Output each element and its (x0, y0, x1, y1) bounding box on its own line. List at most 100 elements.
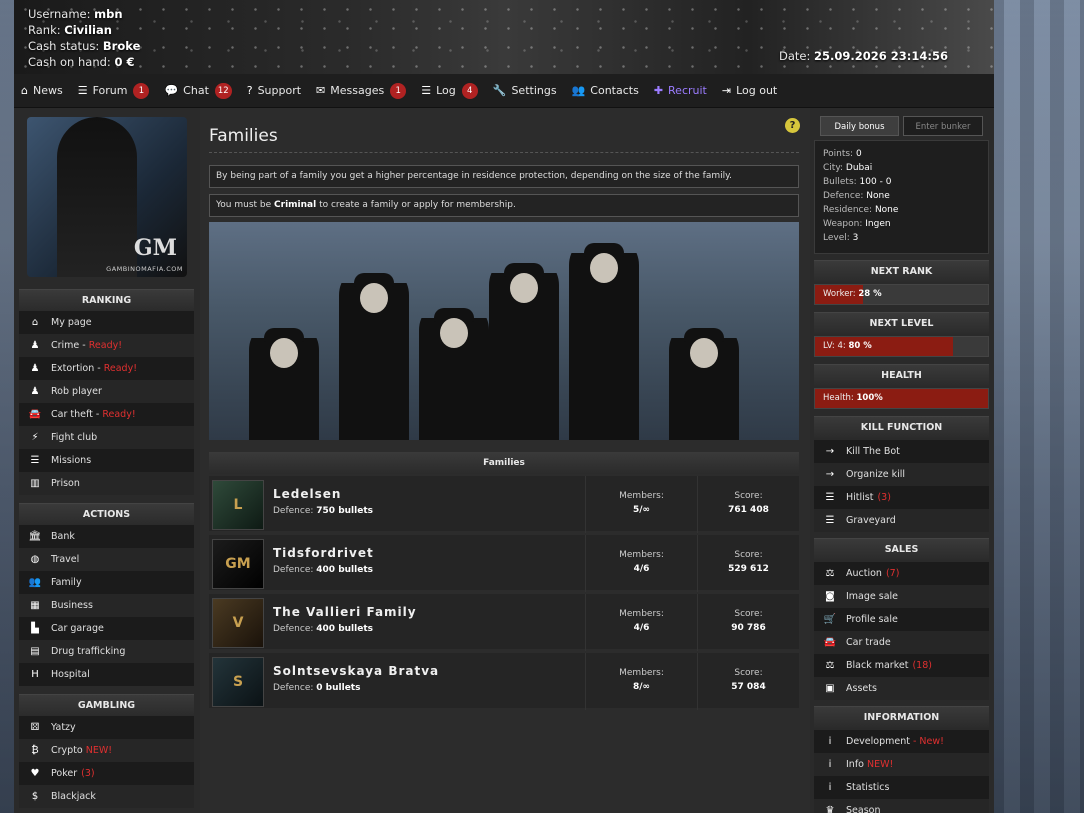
defence-label: Defence: (273, 506, 314, 516)
sales-menu: ⚖ Auction (7) ◙ Image sale 🛒 Profile sale 🚘 Car … (814, 562, 989, 700)
daily-bonus-button[interactable]: Daily bonus (820, 116, 899, 136)
gambling-item-crypto[interactable]: ₿ Crypto NEW! (19, 739, 194, 762)
actions-item-family[interactable]: 👥 Family (19, 571, 194, 594)
mobster-silhouette (419, 300, 489, 440)
members-value: 4/6 (633, 623, 650, 633)
sales-item-black-market[interactable]: ⚖ Black market (18) (814, 654, 989, 677)
actions-item-bank[interactable]: 🏛 Bank (19, 525, 194, 548)
enter-bunker-button[interactable]: Enter bunker (903, 116, 983, 136)
sales-item-label: Image sale (846, 591, 899, 602)
nav-chat[interactable]: 💬 Chat 12 (164, 82, 232, 99)
ranking-item-missions[interactable]: ☰ Missions (19, 449, 194, 472)
new-badge: NEW! (866, 759, 894, 770)
gambling-item-blackjack[interactable]: $ Blackjack (19, 785, 194, 808)
help-button[interactable]: ? (785, 118, 800, 133)
user-plus-icon: ✚ (653, 84, 664, 97)
main-navbar: ⌂ News ☰ Forum 1 💬 Chat 12 ? Support ✉ Messages 1 ☰ Lo… (14, 74, 994, 108)
family-emblem[interactable]: V (212, 598, 264, 648)
info-item-label: Season (846, 805, 881, 813)
sales-item-auction[interactable]: ⚖ Auction (7) (814, 562, 989, 585)
kill-item-graveyard[interactable]: ☰ Graveyard (814, 509, 989, 532)
sales-item-label: Black market (846, 660, 909, 671)
family-emblem[interactable]: GM (212, 539, 264, 589)
mobster-figure (57, 117, 137, 277)
info-item-info[interactable]: i Info NEW! (814, 753, 989, 776)
gambling-item-poker[interactable]: ♥ Poker (3) (19, 762, 194, 785)
family-score: Score: 90 786 (697, 594, 799, 651)
kill-item-label: Kill The Bot (846, 446, 900, 457)
score-value: 57 084 (731, 682, 766, 692)
ranking-item-my-page[interactable]: ⌂ My page (19, 311, 194, 334)
nav-settings[interactable]: 🔧 Settings (493, 84, 557, 97)
ranking-item-car-theft[interactable]: 🚘 Car theft - Ready! (19, 403, 194, 426)
actions-item-hospital[interactable]: H Hospital (19, 663, 194, 686)
nav-chat-badge: 12 (214, 82, 232, 99)
score-label: Score: (734, 491, 763, 501)
page-wrapper: Username: mbn Rank: Civilian Cash status… (14, 0, 994, 813)
sales-item-assets[interactable]: ▣ Assets (814, 677, 989, 700)
info-item-season[interactable]: ♛ Season (814, 799, 989, 813)
nav-contacts[interactable]: 👥 Contacts (572, 84, 639, 97)
home-icon: ⌂ (31, 317, 39, 328)
info-item-label: Development (846, 736, 910, 747)
ranking-header: RANKING (19, 289, 194, 311)
sales-item-label: Auction (846, 568, 882, 579)
nav-news[interactable]: ⌂ News (21, 84, 63, 97)
game-logo[interactable]: GM GAMBINOMAFIA.COM (27, 117, 187, 277)
score-label: Score: (734, 668, 763, 678)
sales-item-image-sale[interactable]: ◙ Image sale (814, 585, 989, 608)
info-item-development[interactable]: i Development - New! (814, 730, 989, 753)
garage-icon: ▙ (31, 623, 39, 634)
kill-item-kill-the-bot[interactable]: → Kill The Bot (814, 440, 989, 463)
kill-item-hitlist[interactable]: ☰ Hitlist (3) (814, 486, 989, 509)
person-icon: ♟ (30, 340, 40, 351)
nav-messages[interactable]: ✉ Messages 1 (316, 82, 407, 99)
rank-value: Civilian (64, 23, 112, 37)
family-score: Score: 57 084 (697, 653, 799, 710)
ranking-item-rob-player[interactable]: ♟ Rob player (19, 380, 194, 403)
sales-item-profile-sale[interactable]: 🛒 Profile sale (814, 608, 989, 631)
gambling-item-yatzy[interactable]: ⚄ Yatzy (19, 716, 194, 739)
arrow-right-icon: → (825, 469, 835, 480)
date-value: 25.09.2026 23:14:56 (814, 49, 948, 63)
nav-log-out[interactable]: ⇥ Log out (722, 84, 777, 97)
family-defence: Defence: 400 bullets (273, 624, 373, 634)
stat-value: 100 - 0 (859, 177, 892, 187)
actions-item-label: Hospital (51, 669, 90, 680)
nav-support[interactable]: ? Support (247, 84, 301, 97)
stat-value: None (874, 205, 899, 215)
info-item-statistics[interactable]: i Statistics (814, 776, 989, 799)
health-header: HEALTH (814, 364, 989, 386)
ranking-item-crime[interactable]: ♟ Crime - Ready! (19, 334, 194, 357)
stat-value: 3 (852, 233, 859, 243)
family-name-link[interactable]: The Vallieri Family (273, 605, 417, 619)
ranking-item-prison[interactable]: ▥ Prison (19, 472, 194, 495)
bank-icon: 🏛 (28, 531, 42, 542)
ranking-item-label: My page (51, 317, 92, 328)
envelope-icon: ✉ (316, 84, 326, 97)
nav-log[interactable]: ☰ Log 4 (421, 82, 478, 99)
family-name-link[interactable]: Ledelsen (273, 487, 341, 501)
ranking-item-fight-club[interactable]: ⚡ Fight club (19, 426, 194, 449)
ranking-item-extortion[interactable]: ♟ Extortion - Ready! (19, 357, 194, 380)
family-emblem[interactable]: L (212, 480, 264, 530)
actions-item-label: Drug trafficking (51, 646, 126, 657)
kill-function-menu: → Kill The Bot → Organize kill ☰ Hitlist (3) ☰ G… (814, 440, 989, 532)
next-level-value: 80 % (848, 341, 872, 351)
family-name-link[interactable]: Solntsevskaya Bratva (273, 664, 439, 678)
family-emblem[interactable]: S (212, 657, 264, 707)
nav-forum[interactable]: ☰ Forum 1 (78, 82, 150, 99)
family-name-link[interactable]: Tidsfordrivet (273, 546, 374, 560)
next-rank-label: Worker: (823, 289, 856, 299)
bolt-icon: ⚡ (31, 432, 39, 443)
stat-label: Defence: (823, 191, 864, 201)
kill-item-organize-kill[interactable]: → Organize kill (814, 463, 989, 486)
user-info: Username: mbn Rank: Civilian Cash status… (28, 6, 140, 70)
sales-item-car-trade[interactable]: 🚘 Car trade (814, 631, 989, 654)
nav-recruit[interactable]: ✚ Recruit (654, 84, 707, 97)
actions-item-business[interactable]: ▦ Business (19, 594, 194, 617)
actions-item-drug-trafficking[interactable]: ▤ Drug trafficking (19, 640, 194, 663)
actions-item-travel[interactable]: ◍ Travel (19, 548, 194, 571)
actions-item-car-garage[interactable]: ▙ Car garage (19, 617, 194, 640)
question-icon: ? (246, 84, 253, 97)
